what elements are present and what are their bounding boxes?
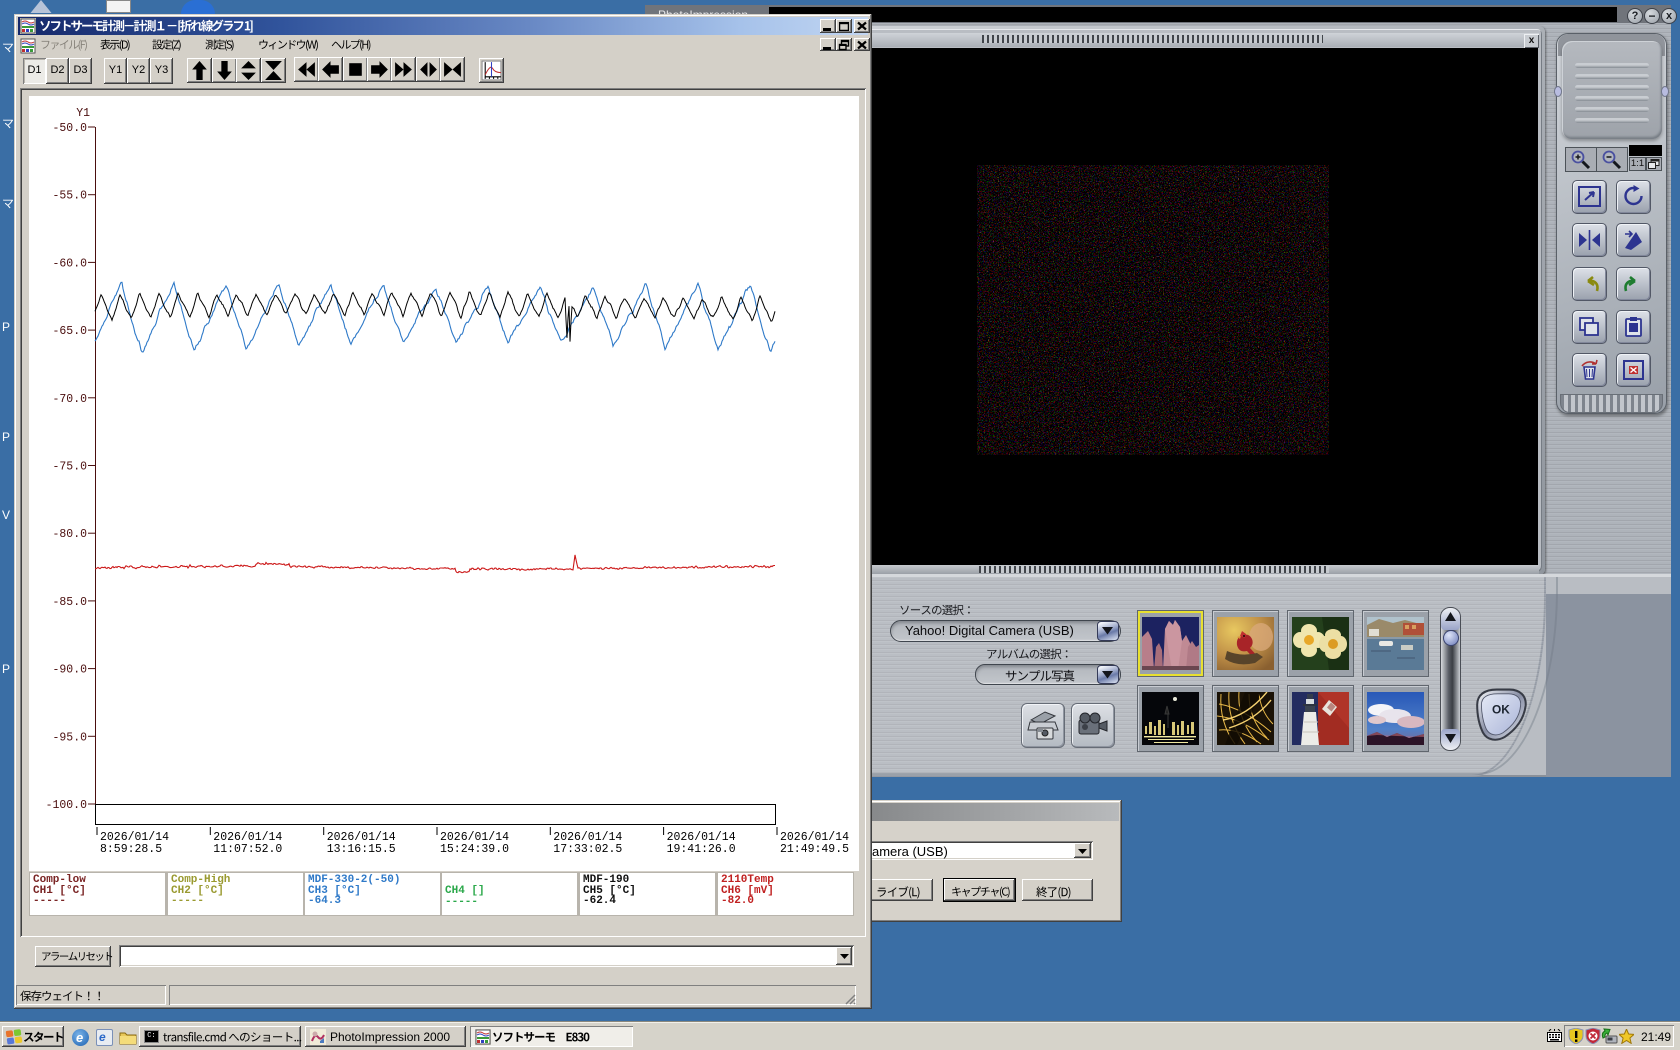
svg-text:-95.0: -95.0: [52, 731, 87, 744]
svg-text:OK: OK: [1492, 702, 1510, 716]
svg-text:21:49:49.5: 21:49:49.5: [780, 843, 849, 856]
svg-text:-75.0: -75.0: [52, 461, 87, 474]
svg-text:13:16:15.5: 13:16:15.5: [327, 843, 396, 856]
svg-text:-90.0: -90.0: [52, 664, 87, 677]
svg-text:-85.0: -85.0: [52, 596, 87, 609]
svg-text:-80.0: -80.0: [52, 528, 87, 541]
svg-text:19:41:26.0: 19:41:26.0: [667, 843, 736, 856]
svg-text:11:07:52.0: 11:07:52.0: [213, 843, 282, 856]
svg-text:-100.0: -100.0: [46, 799, 88, 812]
svg-text:17:33:02.5: 17:33:02.5: [553, 843, 622, 856]
svg-text:-50.0: -50.0: [52, 122, 87, 135]
svg-text:-60.0: -60.0: [52, 257, 87, 270]
svg-text:-55.0: -55.0: [52, 190, 87, 203]
svg-text:-65.0: -65.0: [52, 325, 87, 338]
svg-text:-70.0: -70.0: [52, 393, 87, 406]
svg-text:8:59:28.5: 8:59:28.5: [100, 843, 162, 856]
svg-text:Y1: Y1: [76, 107, 90, 120]
svg-text:15:24:39.0: 15:24:39.0: [440, 843, 509, 856]
